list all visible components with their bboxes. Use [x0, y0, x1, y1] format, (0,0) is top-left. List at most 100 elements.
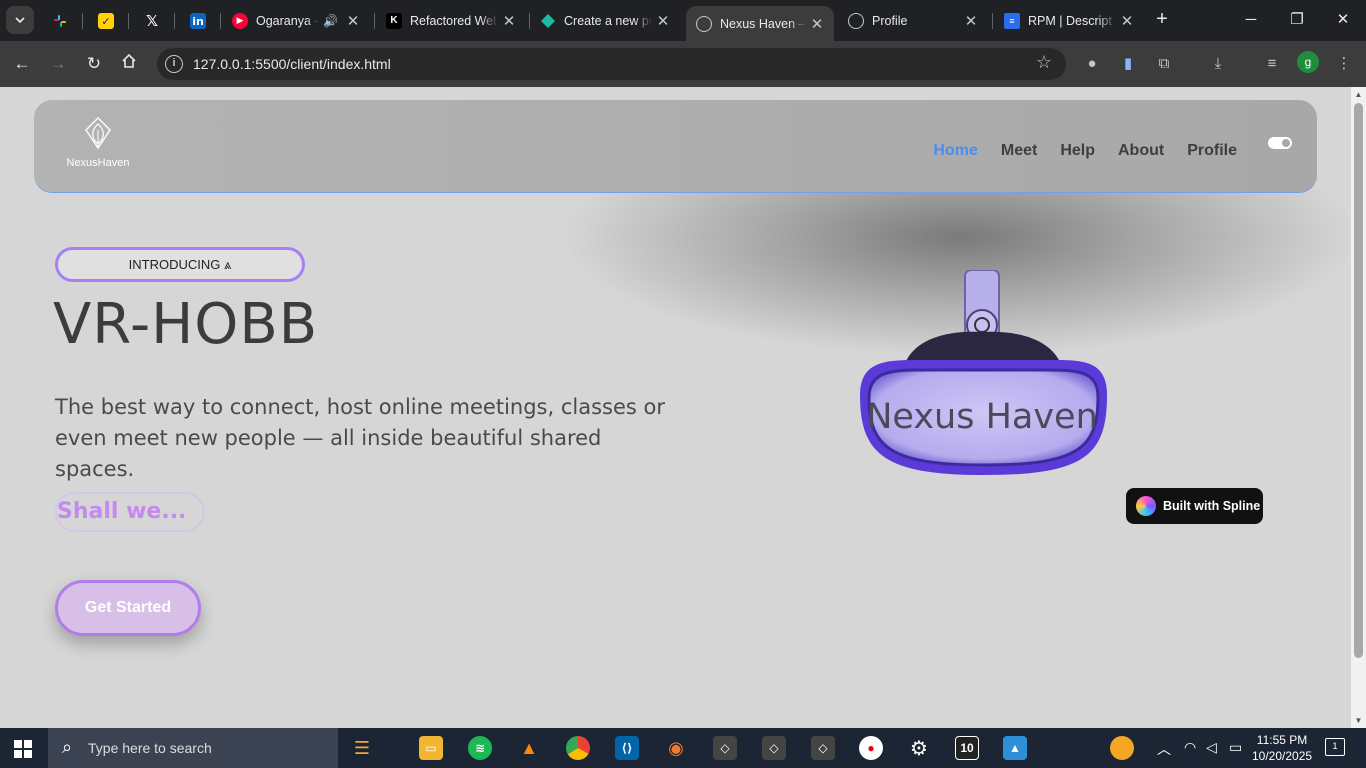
weather-icon[interactable]: [1110, 736, 1134, 760]
tab-nexus-haven[interactable]: Nexus Haven – ✕: [686, 6, 834, 41]
settings-gear-icon[interactable]: ⚙: [907, 736, 931, 760]
tab-create-new[interactable]: Create a new pr ✕: [530, 0, 680, 41]
new-tab-button[interactable]: +: [1150, 8, 1174, 32]
pinned-tab-linkedin[interactable]: in: [185, 8, 211, 34]
unity-icon[interactable]: ◇: [713, 736, 737, 760]
get-started-button[interactable]: Get Started: [55, 580, 201, 636]
reload-button[interactable]: ↻: [81, 51, 107, 77]
vscode-icon[interactable]: ⟨⟩: [615, 736, 639, 760]
linkedin-icon: in: [190, 13, 206, 29]
nav-profile[interactable]: Profile: [1187, 142, 1237, 160]
windows-taskbar: ⌕ Type here to search ☰ ▭ ≋ ▲ ⟨⟩ ◉ ◇ ◇ ◇…: [0, 728, 1366, 768]
close-tab-icon[interactable]: ✕: [498, 12, 520, 30]
pinned-tab-slack[interactable]: [47, 8, 73, 34]
tab-separator: [174, 13, 175, 29]
k-icon: K: [386, 12, 402, 29]
back-button[interactable]: ←: [9, 51, 35, 77]
search-placeholder: Type here to search: [88, 740, 212, 756]
logo-text: NexusHaven: [66, 157, 130, 169]
chrome-icon[interactable]: [566, 736, 590, 760]
chevron-down-icon: [15, 17, 25, 23]
close-tab-icon[interactable]: ✕: [652, 12, 674, 30]
tab-separator: [220, 13, 221, 29]
youtube-music-icon: ▶: [232, 12, 248, 29]
taskbar-clock[interactable]: 11:55 PM 10/20/2025: [1252, 732, 1312, 764]
globe-icon: [696, 15, 712, 32]
close-tab-icon[interactable]: ✕: [342, 12, 364, 30]
spline-logo-icon: [1136, 496, 1156, 516]
tab-separator: [992, 13, 993, 29]
tab-refactored-web[interactable]: K Refactored Web ✕: [376, 0, 526, 41]
photos-icon[interactable]: ▲: [1003, 736, 1027, 760]
clipboard-extension-icon[interactable]: ▮: [1117, 53, 1139, 75]
forward-button[interactable]: →: [45, 51, 71, 77]
battery-icon[interactable]: ▭: [1229, 739, 1242, 756]
close-tab-icon[interactable]: ✕: [960, 12, 982, 30]
search-icon: ⌕: [62, 737, 73, 757]
hero-title: VR-HOBB: [53, 292, 319, 357]
unity-hub-icon[interactable]: ◇: [762, 736, 786, 760]
spline-badge-text: Built with Spline: [1163, 499, 1261, 513]
speaker-icon[interactable]: 🔊: [323, 14, 338, 28]
home-button[interactable]: [116, 51, 142, 77]
vr-headset-image[interactable]: Nexus Haven: [855, 270, 1115, 490]
x-icon: 𝕏: [145, 12, 159, 30]
restore-button[interactable]: ❐: [1274, 6, 1320, 34]
vlc-icon[interactable]: ▲: [517, 736, 541, 760]
tray-chevron-up-icon[interactable]: ︿: [1157, 739, 1171, 759]
puzzle-icon[interactable]: ⧉: [1153, 53, 1175, 75]
close-tab-icon[interactable]: ✕: [1116, 12, 1138, 30]
nav-links: Home Meet Help About Profile: [933, 142, 1237, 160]
extension-icon[interactable]: ●: [1081, 53, 1103, 75]
nav-home[interactable]: Home: [933, 142, 977, 160]
minimize-button[interactable]: ─: [1228, 6, 1274, 34]
tab-title: Profile: [872, 13, 908, 28]
spotify-icon[interactable]: ≋: [468, 736, 492, 760]
unity-editor-icon[interactable]: ◇: [811, 736, 835, 760]
taskbar-search[interactable]: ⌕ Type here to search: [48, 728, 338, 768]
tab-separator: [82, 13, 83, 29]
pinned-tab-norton[interactable]: ✓: [93, 8, 119, 34]
close-tab-icon[interactable]: ✕: [806, 15, 828, 33]
tab-profile[interactable]: Profile ✕: [838, 0, 988, 41]
bookmark-star-icon[interactable]: ☆: [1036, 52, 1052, 73]
record-icon[interactable]: ●: [859, 736, 883, 760]
wifi-icon[interactable]: ◠: [1184, 739, 1196, 756]
toggle-knob: [1282, 139, 1290, 147]
nav-meet[interactable]: Meet: [1001, 142, 1037, 160]
page-scrollbar[interactable]: ▲ ▼: [1351, 87, 1366, 728]
windows-start-icon[interactable]: [14, 740, 32, 758]
scroll-up-arrow[interactable]: ▲: [1353, 90, 1364, 99]
notification-center-icon[interactable]: 1: [1325, 738, 1345, 756]
address-bar[interactable]: i 127.0.0.1:5500/client/index.html ☆: [157, 48, 1066, 80]
pinned-tab-x[interactable]: 𝕏: [139, 8, 165, 34]
blender-icon[interactable]: ◉: [664, 736, 688, 760]
scroll-down-arrow[interactable]: ▼: [1353, 716, 1364, 725]
scroll-thumb[interactable]: [1354, 103, 1363, 658]
nav-help[interactable]: Help: [1060, 142, 1095, 160]
tab-separator: [374, 13, 375, 29]
nav-about[interactable]: About: [1118, 142, 1164, 160]
tab-rpm-descript[interactable]: ≡ RPM | Descript ✕: [994, 0, 1144, 41]
app-10-icon[interactable]: 10: [955, 736, 979, 760]
built-with-spline-badge[interactable]: Built with Spline: [1126, 488, 1263, 524]
norton-icon: ✓: [98, 13, 114, 29]
tab-ogaranya[interactable]: ▶ Ogaranya - 🔊 ✕: [222, 0, 370, 41]
volume-icon[interactable]: ◁: [1206, 739, 1217, 756]
menu-icon[interactable]: ⋮: [1333, 53, 1355, 75]
url-text[interactable]: 127.0.0.1:5500/client/index.html: [193, 56, 391, 72]
browser-tabstrip: ✓ 𝕏 in ▶ Ogaranya - 🔊 ✕ K Refactored Web…: [0, 0, 1366, 41]
theme-toggle[interactable]: [1268, 137, 1292, 149]
media-control-icon[interactable]: ≡: [1261, 53, 1283, 75]
web-page: NexusHaven Home Meet Help About Profile …: [0, 87, 1351, 728]
download-icon[interactable]: ⤓: [1207, 53, 1229, 75]
profile-avatar[interactable]: g: [1297, 51, 1319, 73]
site-info-icon[interactable]: i: [165, 55, 183, 73]
task-view-icon[interactable]: ☰: [350, 736, 374, 760]
site-logo[interactable]: NexusHaven: [64, 116, 132, 169]
tab-search-button[interactable]: [6, 6, 34, 34]
tab-title: Refactored Web: [410, 13, 498, 28]
close-window-button[interactable]: ✕: [1320, 6, 1366, 34]
file-explorer-icon[interactable]: ▭: [419, 736, 443, 760]
tab-title: RPM | Descript: [1028, 13, 1112, 28]
